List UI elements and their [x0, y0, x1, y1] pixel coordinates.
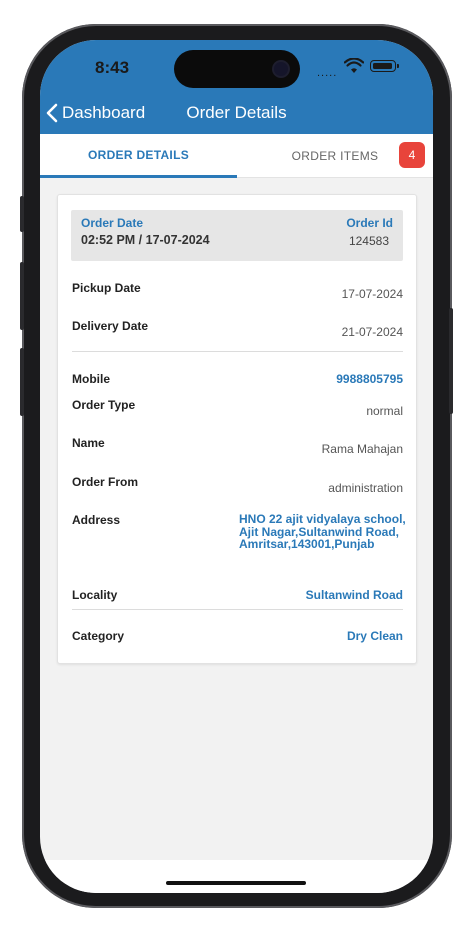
- category-label: Category: [72, 629, 125, 643]
- order-from-label: Order From: [72, 475, 139, 489]
- order-date-label: Order Date: [81, 216, 144, 230]
- page-title: Order Details: [186, 103, 287, 122]
- pickup-date-value: 17-07-2024: [341, 287, 403, 301]
- action-button: [20, 196, 24, 232]
- divider: [72, 351, 403, 352]
- order-id-label: Order Id: [346, 216, 393, 230]
- order-id-value: 124583: [348, 234, 389, 248]
- tab-order-details[interactable]: ORDER DETAILS: [40, 134, 237, 178]
- dynamic-island: [174, 50, 300, 88]
- category-value: Dry Clean: [346, 629, 403, 643]
- locality-label: Locality: [72, 588, 118, 602]
- pickup-date-label: Pickup Date: [72, 281, 141, 295]
- order-type-label: Order Type: [72, 398, 136, 412]
- order-items-count-badge: 4: [399, 142, 425, 168]
- delivery-date-label: Delivery Date: [72, 319, 149, 333]
- app-screen: 8:43 ..... Dashboard Order Details ORDER…: [40, 40, 433, 893]
- wifi-icon: [344, 58, 364, 73]
- volume-up-button: [20, 262, 24, 330]
- camera-icon: [274, 62, 288, 76]
- power-button: [449, 308, 453, 414]
- home-indicator[interactable]: [166, 881, 306, 885]
- address-value: HNO 22 ajit vidyalaya school,Ajit Nagar,…: [239, 512, 406, 551]
- mobile-label: Mobile: [72, 372, 110, 386]
- bottom-safe-area: [40, 860, 433, 893]
- order-type-value: normal: [366, 404, 403, 418]
- order-date-value: 02:52 PM / 17-07-2024: [81, 233, 210, 247]
- mobile-value[interactable]: 9988805795: [336, 372, 403, 386]
- tab-bar: ORDER DETAILS ORDER ITEMS: [40, 134, 433, 178]
- locality-value: Sultanwind Road: [305, 588, 403, 602]
- order-header: Order Date 02:52 PM / 17-07-2024 Order I…: [71, 210, 403, 261]
- cellular-signal-icon: .....: [317, 67, 338, 79]
- name-label: Name: [72, 436, 105, 450]
- address-row: Address HNO 22 ajit vidyalaya school,Aji…: [72, 513, 406, 573]
- order-from-value: administration: [328, 481, 403, 495]
- name-value: Rama Mahajan: [321, 442, 403, 456]
- battery-icon: [370, 60, 399, 72]
- divider: [72, 609, 403, 610]
- delivery-date-value: 21-07-2024: [341, 325, 403, 339]
- header-bar: 8:43 ..... Dashboard Order Details: [40, 40, 433, 134]
- volume-down-button: [20, 348, 24, 416]
- address-label: Address: [72, 513, 121, 527]
- status-time: 8:43: [95, 58, 130, 77]
- order-details-card: Order Date 02:52 PM / 17-07-2024 Order I…: [57, 194, 417, 664]
